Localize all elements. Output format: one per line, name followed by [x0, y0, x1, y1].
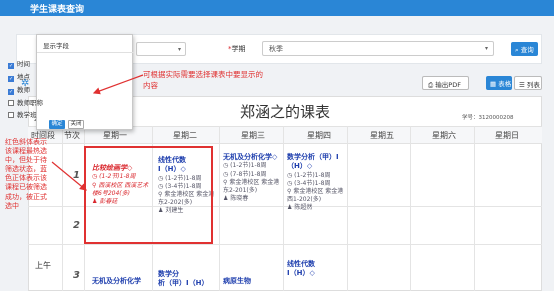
arrow-to-course: [51, 161, 87, 191]
annotation-arrows: [51, 74, 144, 191]
arrow-to-dropdown: [92, 74, 144, 95]
